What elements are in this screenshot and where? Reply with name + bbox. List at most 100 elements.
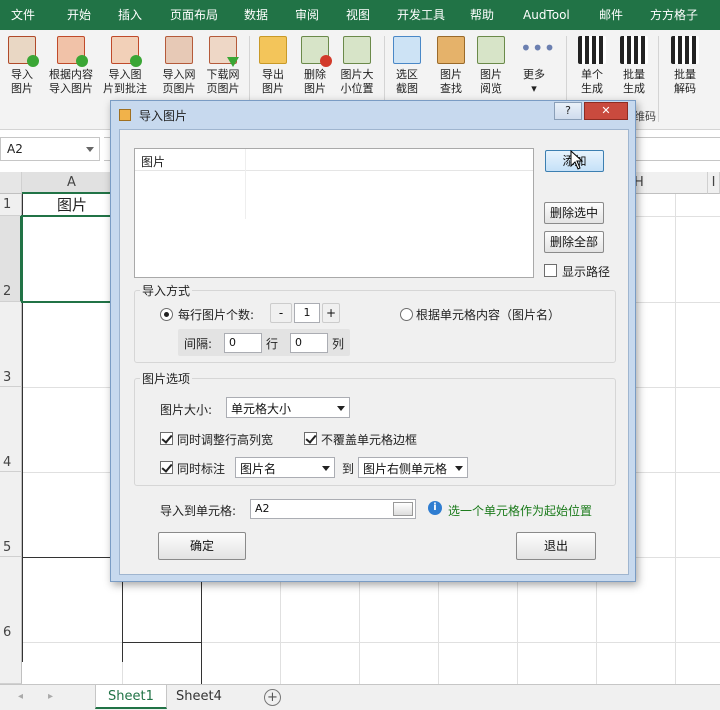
name-box[interactable]: A2 bbox=[0, 137, 100, 161]
no-cover-border-label: 不覆盖单元格边框 bbox=[321, 433, 418, 447]
image-options-label: 图片选项 bbox=[140, 370, 193, 387]
row-unit-label: 行 bbox=[266, 337, 279, 351]
scroll-left-icon[interactable]: ◂ bbox=[18, 691, 23, 702]
col-unit-label: 列 bbox=[332, 337, 345, 351]
row-header-1[interactable]: 1 bbox=[0, 194, 22, 216]
folder-icon bbox=[259, 36, 287, 64]
image-find-button[interactable]: 图片 查找 bbox=[434, 36, 468, 96]
info-icon: i bbox=[428, 501, 442, 515]
bordered-range-line bbox=[122, 642, 202, 643]
menu-fangfang[interactable]: 方方格子 bbox=[650, 0, 698, 30]
no-cover-border-checkbox[interactable] bbox=[304, 432, 317, 445]
menu-developer[interactable]: 开发工具 bbox=[397, 0, 445, 30]
import-by-content-button[interactable]: 根据内容 导入图片 bbox=[44, 36, 98, 96]
download-icon bbox=[209, 36, 239, 67]
dialog-title: 导入图片 bbox=[139, 109, 188, 123]
image-list[interactable]: 图片 bbox=[134, 148, 534, 278]
sheet-tab-sheet1[interactable]: Sheet1 bbox=[95, 685, 167, 709]
increment-button[interactable]: + bbox=[322, 303, 340, 323]
import-to-input[interactable]: A2 bbox=[250, 499, 416, 519]
cell-a1[interactable]: 图片 bbox=[22, 194, 122, 216]
adjust-row-col-checkbox[interactable] bbox=[160, 432, 173, 445]
qr-single-button[interactable]: 单个 生成 bbox=[575, 36, 609, 96]
qr-batch-button[interactable]: 批量 生成 bbox=[617, 36, 651, 96]
import-to-comment-button[interactable]: 导入图 片到批注 bbox=[100, 36, 150, 96]
menu-bar: 文件 开始 插入 页面布局 数据 审阅 视图 开发工具 帮助 AudTool 邮… bbox=[0, 0, 720, 30]
row-header-3[interactable]: 3 bbox=[0, 302, 22, 387]
annotate-target-select[interactable]: 图片右侧单元格 bbox=[358, 457, 468, 478]
help-button[interactable]: ? bbox=[554, 102, 582, 120]
row-header-2[interactable]: 2 bbox=[0, 216, 22, 302]
exit-button[interactable]: 退出 bbox=[516, 532, 596, 560]
import-web-image-button[interactable]: 导入网 页图片 bbox=[158, 36, 200, 96]
column-header-i[interactable]: I bbox=[708, 172, 720, 194]
per-row-input[interactable]: 1 bbox=[294, 303, 320, 323]
edit-image-icon bbox=[343, 36, 371, 64]
show-path-label: 显示路径 bbox=[562, 265, 611, 279]
column-header-a[interactable]: A bbox=[22, 172, 122, 194]
more-button[interactable]: ••• 更多 ▾ bbox=[516, 36, 556, 96]
active-cell-a2[interactable] bbox=[21, 215, 123, 303]
delete-selected-button[interactable]: 删除选中 bbox=[544, 202, 604, 224]
web-image-icon bbox=[165, 36, 193, 64]
menu-page-layout[interactable]: 页面布局 bbox=[170, 0, 218, 30]
show-path-checkbox[interactable] bbox=[544, 264, 557, 277]
dialog-body: 图片 添加 删除选中 删除全部 显示路径 导入方式 每行图片个数: - 1 + … bbox=[119, 129, 629, 575]
ribbon-group-label: 维码 bbox=[634, 110, 656, 123]
row-header-5[interactable]: 5 bbox=[0, 472, 22, 557]
qr-code-icon bbox=[578, 36, 606, 64]
grid-line bbox=[675, 194, 676, 684]
import-to-label: 导入到单元格: bbox=[160, 504, 237, 518]
region-screenshot-button[interactable]: 选区 截图 bbox=[390, 36, 424, 96]
adjust-row-col-label: 同时调整行高列宽 bbox=[177, 433, 274, 447]
delete-image-button[interactable]: 删除 图片 bbox=[298, 36, 332, 96]
row-gap-input[interactable]: 0 bbox=[224, 333, 262, 353]
annotate-checkbox[interactable] bbox=[160, 461, 173, 474]
row-header-6[interactable]: 6 bbox=[0, 557, 22, 684]
download-web-image-button[interactable]: 下载网 页图片 bbox=[202, 36, 244, 96]
select-all-corner[interactable] bbox=[0, 172, 22, 194]
image-size-select[interactable]: 单元格大小 bbox=[226, 397, 350, 418]
to-label: 到 bbox=[342, 462, 355, 476]
import-image-dialog: 导入图片 ? ✕ 图片 添加 删除选中 删除全部 显示路径 导入方式 每行图片个… bbox=[110, 100, 636, 582]
screenshot-icon bbox=[393, 36, 421, 64]
close-button[interactable]: ✕ bbox=[584, 102, 628, 120]
image-size-position-button[interactable]: 图片大 小位置 bbox=[336, 36, 378, 96]
menu-review[interactable]: 审阅 bbox=[295, 0, 319, 30]
dialog-title-bar[interactable]: 导入图片 ? ✕ bbox=[111, 101, 635, 129]
chevron-down-icon bbox=[322, 466, 330, 471]
list-header-label: 图片 bbox=[141, 155, 166, 169]
menu-insert[interactable]: 插入 bbox=[118, 0, 142, 30]
qr-batch-decode-button[interactable]: 批量 解码 bbox=[668, 36, 702, 96]
menu-file[interactable]: 文件 bbox=[11, 0, 35, 30]
per-row-radio[interactable] bbox=[160, 308, 173, 321]
row-header-4[interactable]: 4 bbox=[0, 387, 22, 472]
delete-image-icon bbox=[301, 36, 332, 67]
decrement-button[interactable]: - bbox=[270, 303, 292, 323]
menu-audtool[interactable]: AudTool bbox=[523, 0, 570, 30]
range-select-icon[interactable] bbox=[393, 502, 413, 516]
col-gap-input[interactable]: 0 bbox=[290, 333, 328, 353]
add-sheet-button[interactable]: + bbox=[264, 689, 281, 706]
column-header-h[interactable]: H bbox=[632, 172, 708, 194]
menu-help[interactable]: 帮助 bbox=[470, 0, 494, 30]
delete-all-button[interactable]: 删除全部 bbox=[544, 231, 604, 253]
menu-view[interactable]: 视图 bbox=[346, 0, 370, 30]
annotate-source-select[interactable]: 图片名 bbox=[235, 457, 335, 478]
menu-home[interactable]: 开始 bbox=[67, 0, 91, 30]
sheet-tab-sheet4[interactable]: Sheet4 bbox=[164, 685, 234, 709]
import-image-icon bbox=[8, 36, 39, 67]
menu-data[interactable]: 数据 bbox=[244, 0, 268, 30]
chevron-down-icon bbox=[86, 147, 94, 152]
mouse-cursor-icon bbox=[570, 150, 584, 170]
image-browse-button[interactable]: 图片 阅览 bbox=[474, 36, 508, 96]
menu-mail[interactable]: 邮件 bbox=[599, 0, 623, 30]
app-icon bbox=[119, 109, 131, 121]
spacing-label: 间隔: bbox=[184, 337, 213, 351]
by-content-radio[interactable] bbox=[400, 308, 413, 321]
export-image-button[interactable]: 导出 图片 bbox=[256, 36, 290, 96]
ok-button[interactable]: 确定 bbox=[158, 532, 246, 560]
scroll-right-icon[interactable]: ▸ bbox=[48, 691, 53, 702]
more-dots-icon: ••• bbox=[520, 36, 556, 60]
import-image-button[interactable]: 导入 图片 bbox=[4, 36, 40, 96]
